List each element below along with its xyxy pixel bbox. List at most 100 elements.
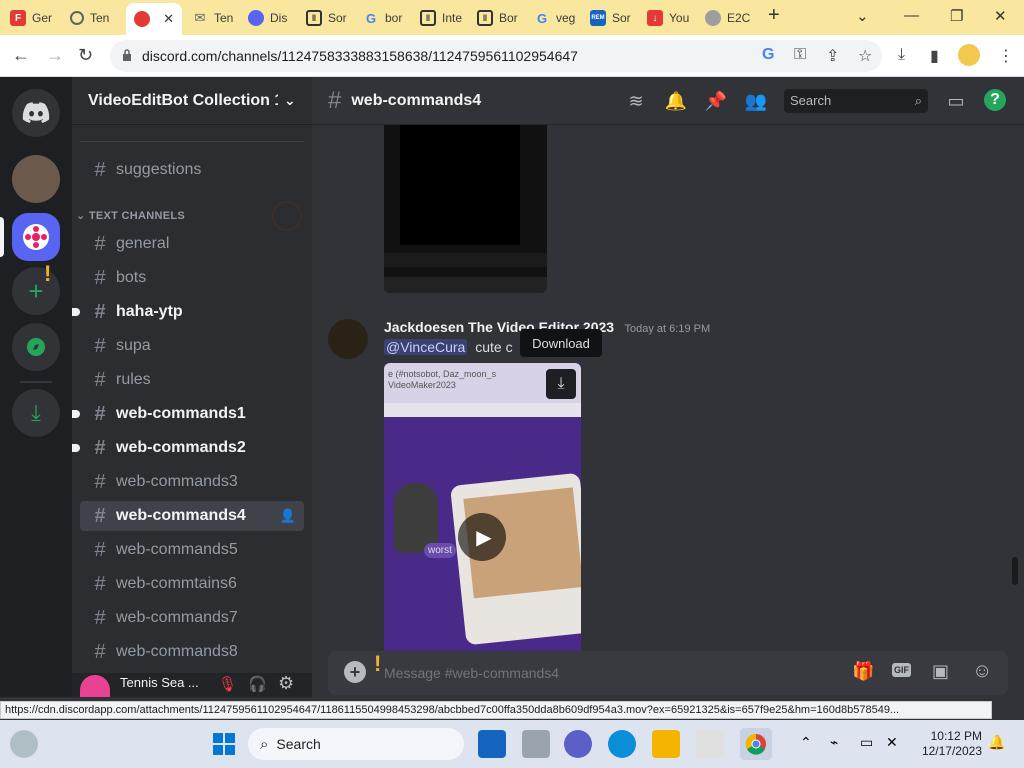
user-mention[interactable]: @VinceCura [384, 339, 468, 355]
video-attachment[interactable]: e (#notsobot, Daz_moon_s VideoMaker2023 … [384, 363, 581, 651]
browser-tab[interactable]: F Ger [10, 5, 62, 31]
scrollbar-thumb[interactable] [1012, 557, 1018, 585]
download-icon[interactable]: ⤓ [898, 46, 905, 64]
channel-web-commands8[interactable]: # web-commands8 [80, 637, 304, 667]
minimize-icon[interactable]: — [904, 7, 919, 24]
server-avatar-photo[interactable] [12, 155, 60, 203]
channel-web-commtains6[interactable]: # web-commtains6 [80, 569, 304, 599]
chat-app-icon[interactable] [564, 730, 592, 758]
browser-tab-bar: F Ger Ten ✕ ✉ Ten Dis ‖ Sor G bor ‖ Inte… [0, 0, 1024, 35]
google-lens-icon[interactable]: G [762, 46, 774, 64]
channel-rules[interactable]: # rules [80, 365, 304, 395]
restore-icon[interactable]: ❐ [950, 7, 963, 25]
browser-tab[interactable]: E2C [705, 5, 757, 31]
discord-home-icon[interactable] [12, 89, 60, 137]
hash-icon: # [94, 266, 106, 289]
browser-tab[interactable]: G bor [363, 5, 415, 31]
browser-tab[interactable]: REM Sor [590, 5, 642, 31]
add-server-icon[interactable]: + [12, 267, 60, 315]
new-tab-icon[interactable]: + [768, 4, 780, 27]
hash-icon: # [94, 504, 106, 527]
notification-bell-icon[interactable]: 🔔 [988, 734, 1005, 751]
forward-icon[interactable]: → [46, 45, 64, 66]
download-apps-icon[interactable]: ⤓ [12, 389, 60, 437]
hash-icon: # [94, 158, 106, 181]
videoeditbot-server-icon[interactable] [12, 213, 60, 261]
channel-supa[interactable]: # supa [80, 331, 304, 361]
inbox-icon[interactable]: ▭ [944, 89, 968, 113]
pin-icon[interactable]: 📌 [704, 89, 728, 113]
channel-web-commands5[interactable]: # web-commands5 [80, 535, 304, 565]
share-icon[interactable]: ⇪ [826, 46, 839, 66]
previous-image-attachment[interactable] [384, 125, 547, 293]
channel-web-commands1[interactable]: # web-commands1 [72, 399, 304, 429]
close-window-icon[interactable]: ✕ [994, 7, 1007, 25]
category-text-channels[interactable]: ⌄ TEXT CHANNELS [76, 209, 185, 222]
browser-tab[interactable]: G veg [534, 5, 586, 31]
bookmark-star-icon[interactable]: ☆ [858, 46, 872, 66]
browser-tab[interactable]: ↓ You [647, 5, 699, 31]
avatar[interactable] [80, 675, 110, 697]
profile-avatar[interactable] [958, 44, 980, 66]
columns-icon: ‖ [420, 10, 436, 26]
browser-tab[interactable]: Dis [248, 5, 300, 31]
channel-bots[interactable]: # bots [80, 263, 304, 293]
volume-muted-icon[interactable]: ✕ [886, 734, 898, 751]
browser-tab[interactable]: Ten [70, 5, 122, 31]
side-panel-icon[interactable]: ▮ [930, 46, 939, 66]
channel-suggestions[interactable]: # suggestions [80, 155, 304, 185]
browser-tab[interactable]: ‖ Bor [477, 5, 529, 31]
add-member-icon[interactable]: 👤 [280, 508, 296, 524]
emoji-icon[interactable]: ☺ [972, 660, 992, 683]
task-view-icon[interactable] [522, 730, 550, 758]
browser-tab[interactable]: ✉ Ten [192, 5, 244, 31]
message-input[interactable] [384, 661, 804, 685]
play-button[interactable]: ▶ [458, 513, 506, 561]
upload-plus-button[interactable]: + [344, 661, 366, 683]
chevron-down-icon[interactable]: ⌄ [856, 7, 869, 25]
browser-tab[interactable]: ‖ Inte [420, 5, 472, 31]
author-avatar[interactable] [328, 319, 368, 359]
at-icon [70, 11, 84, 25]
download-attachment-button[interactable]: ⤓ [546, 369, 576, 399]
notification-bell-icon[interactable]: 🔔 [664, 89, 688, 113]
help-icon[interactable]: ? [984, 89, 1006, 111]
windows-start-icon[interactable] [210, 730, 238, 758]
network-icon[interactable]: ⌁ [830, 734, 838, 751]
browser-tab-active[interactable]: ✕ [126, 3, 182, 35]
menu-kebab-icon[interactable]: ⋮ [998, 46, 1014, 66]
file-explorer-icon[interactable] [652, 730, 680, 758]
browser-tab[interactable]: ‖ Sor [306, 5, 358, 31]
mute-mic-icon[interactable]: 🎙 [218, 675, 237, 693]
settings-gear-icon[interactable]: ⚙ [278, 673, 294, 694]
key-icon[interactable]: ⚿ [794, 46, 806, 64]
channel-web-commands2[interactable]: # web-commands2 [72, 433, 304, 463]
clock[interactable]: 10:12 PM 12/17/2023 [912, 729, 982, 759]
weather-icon[interactable] [10, 730, 38, 758]
gift-icon[interactable]: 🎁 [852, 661, 874, 682]
channel-web-commands3[interactable]: # web-commands3 [80, 467, 304, 497]
reload-icon[interactable]: ↻ [78, 45, 93, 66]
display-icon[interactable]: ▭ [860, 734, 873, 751]
threads-icon[interactable]: ≋ [624, 89, 648, 113]
channel-web-commands7[interactable]: # web-commands7 [80, 603, 304, 633]
server-header[interactable]: VideoEditBot Collection 1.0 ⌄ [72, 77, 312, 125]
store-icon[interactable] [696, 730, 724, 758]
sticker-icon[interactable]: ▣ [932, 661, 949, 682]
taskbar-search[interactable]: ⌕ Search [248, 728, 464, 760]
tray-chevron-up-icon[interactable]: ⌃ [800, 734, 812, 751]
chrome-icon-active[interactable] [740, 728, 772, 760]
gif-icon[interactable]: GIF [892, 663, 911, 677]
back-icon[interactable]: ← [12, 45, 30, 66]
hash-icon: # [94, 538, 106, 561]
channel-web-commands4[interactable]: # web-commands4 👤 [80, 501, 304, 531]
edge-icon[interactable] [608, 730, 636, 758]
close-tab-icon[interactable]: ✕ [163, 11, 174, 27]
headphones-icon[interactable]: 🎧 [248, 675, 267, 693]
search-input[interactable]: Search ⌕ [784, 89, 928, 113]
explore-compass-icon[interactable] [12, 323, 60, 371]
app-icon-pre[interactable] [478, 730, 506, 758]
channel-general[interactable]: # general [80, 229, 304, 259]
member-list-icon[interactable]: 👥 [744, 89, 768, 113]
channel-haha-ytp[interactable]: # haha-ytp [72, 297, 304, 327]
